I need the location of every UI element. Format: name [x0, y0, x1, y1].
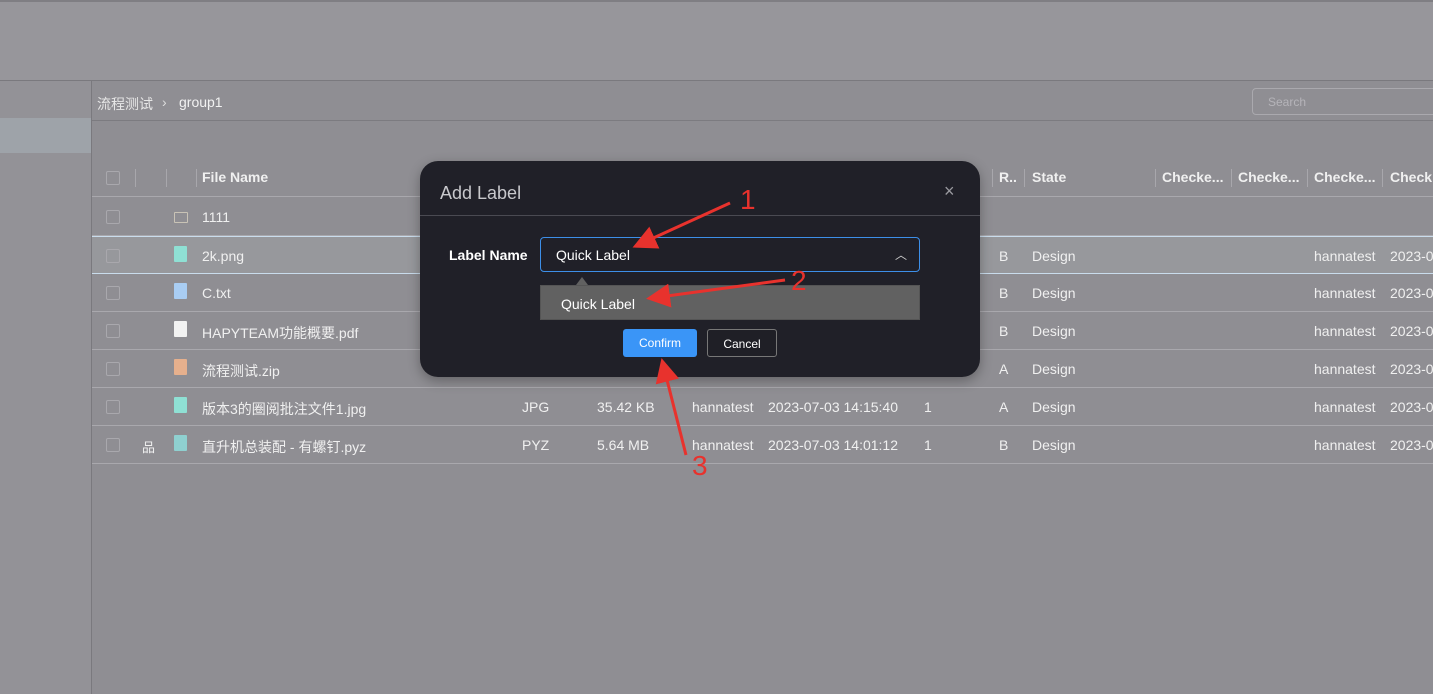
cell-r: A	[999, 361, 1009, 377]
cell-checkdate: 2023-0	[1390, 361, 1433, 377]
image-file-icon	[174, 397, 187, 413]
sidebar	[0, 81, 92, 694]
annotation-number-3: 3	[692, 450, 708, 481]
row-checkbox[interactable]	[106, 438, 120, 452]
cell-name[interactable]: HAPYTEAM功能概要.pdf	[202, 323, 358, 343]
cell-checker: hannatest	[1314, 361, 1376, 377]
cell-state: Design	[1032, 361, 1076, 377]
table-row[interactable]: 版本3的圈阅批注文件1.jpg JPG 35.42 KB hannatest 2023-…	[92, 388, 1433, 426]
image-file-icon	[174, 246, 187, 262]
cell-type: PYZ	[522, 437, 550, 453]
cell-ver: 1	[924, 437, 932, 453]
row-checkbox[interactable]	[106, 400, 120, 414]
cell-r: B	[999, 323, 1009, 339]
cell-checker: hannatest	[1314, 248, 1376, 264]
cell-name[interactable]: 直升机总装配 - 有螺钉.pyz	[202, 437, 366, 457]
dropdown-option-quick-label[interactable]: Quick Label	[540, 285, 920, 320]
cell-date: 2023-07-03 14:01:12	[768, 437, 898, 453]
cell-checkdate: 2023-0	[1390, 285, 1433, 301]
header-checked-1[interactable]: Checke...	[1162, 169, 1223, 185]
cell-name[interactable]: 2k.png	[202, 248, 244, 264]
label-name-select[interactable]: Quick Label ︿	[540, 237, 920, 272]
row-checkbox[interactable]	[106, 362, 120, 376]
cell-state: Design	[1032, 399, 1076, 415]
zip-file-icon	[174, 359, 187, 375]
cell-checkdate: 2023-0	[1390, 399, 1433, 415]
annotation-number-1: 1	[740, 184, 756, 215]
header-checked-2[interactable]: Checke...	[1238, 169, 1299, 185]
cell-checker: hannatest	[1314, 437, 1376, 453]
row-checkbox[interactable]	[106, 324, 120, 338]
header-checked-3[interactable]: Checke...	[1314, 169, 1375, 185]
cell-r: A	[999, 399, 1009, 415]
text-file-icon	[174, 283, 187, 299]
breadcrumb: 流程测试 › group1 Search	[92, 81, 1433, 121]
cell-r: B	[999, 285, 1009, 301]
cell-type: JPG	[522, 399, 550, 415]
cell-checkdate: 2023-0	[1390, 323, 1433, 339]
3d-model-icon	[174, 435, 187, 451]
search-input[interactable]: Search	[1252, 88, 1433, 115]
header-state[interactable]: State	[1032, 169, 1066, 185]
select-value: Quick Label	[556, 247, 630, 263]
cell-state: Design	[1032, 248, 1076, 264]
breadcrumb-root[interactable]: 流程测试	[97, 94, 153, 114]
header-checked-4[interactable]: Check	[1390, 169, 1432, 185]
select-all-checkbox[interactable]	[106, 171, 120, 185]
divider	[420, 215, 980, 216]
header-r[interactable]: R..	[999, 169, 1017, 185]
row-checkbox[interactable]	[106, 249, 120, 263]
confirm-button[interactable]: Confirm	[623, 329, 697, 357]
add-label-dialog: Add Label × Label Name Quick Label ︿ Qui…	[420, 161, 980, 377]
pdf-file-icon	[174, 321, 187, 337]
header-file-name[interactable]: File Name	[202, 169, 268, 185]
cell-date: 2023-07-03 14:15:40	[768, 399, 898, 415]
cell-r: B	[999, 437, 1009, 453]
cell-name[interactable]: C.txt	[202, 285, 231, 301]
cell-size: 35.42 KB	[597, 399, 655, 415]
folder-icon	[174, 212, 188, 223]
dropdown-arrow	[576, 277, 588, 285]
cell-name[interactable]: 流程测试.zip	[202, 361, 280, 381]
breadcrumb-current: group1	[179, 94, 223, 110]
dialog-title: Add Label	[440, 183, 522, 203]
row-checkbox[interactable]	[106, 210, 120, 224]
cell-checkdate: 2023-0	[1390, 248, 1433, 264]
table-row[interactable]: 品 直升机总装配 - 有螺钉.pyz PYZ 5.64 MB hannatest 2023…	[92, 426, 1433, 464]
cell-r: B	[999, 248, 1009, 264]
cell-state: Design	[1032, 437, 1076, 453]
cell-state: Design	[1032, 285, 1076, 301]
cell-ver: 1	[924, 399, 932, 415]
structure-tree-icon[interactable]: 品	[142, 437, 155, 456]
top-bar	[0, 0, 1433, 81]
label-name-label: Label Name	[449, 247, 528, 263]
row-checkbox[interactable]	[106, 286, 120, 300]
cell-size: 5.64 MB	[597, 437, 650, 453]
chevron-right-icon: ›	[162, 94, 167, 110]
annotation-number-2: 2	[791, 265, 807, 296]
cancel-button[interactable]: Cancel	[707, 329, 777, 357]
sidebar-item-selected[interactable]	[0, 118, 91, 153]
cell-checker: hannatest	[1314, 285, 1376, 301]
cell-checker: hannatest	[1314, 399, 1376, 415]
close-icon[interactable]: ×	[944, 181, 955, 202]
chevron-up-icon: ︿	[894, 248, 907, 262]
cell-owner: hannatest	[692, 399, 754, 415]
cell-name[interactable]: 1111	[202, 209, 230, 225]
cell-checker: hannatest	[1314, 323, 1376, 339]
cell-state: Design	[1032, 323, 1076, 339]
cell-name[interactable]: 版本3的圈阅批注文件1.jpg	[202, 399, 366, 419]
cell-checkdate: 2023-0	[1390, 437, 1433, 453]
